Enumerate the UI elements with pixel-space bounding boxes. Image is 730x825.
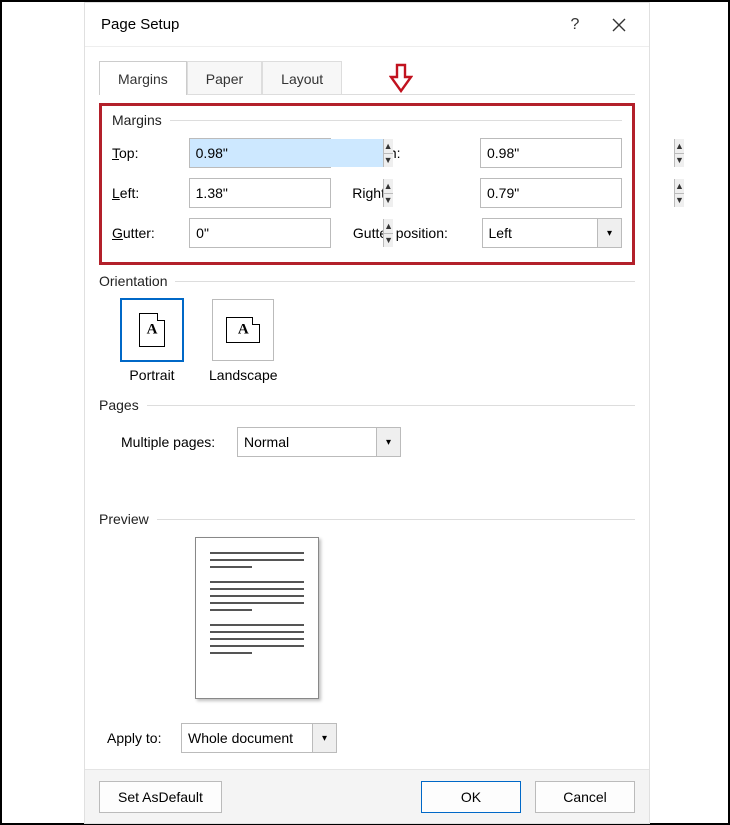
spin-up-icon[interactable]: ▲ (675, 139, 684, 154)
multiple-pages-value: Normal (238, 434, 376, 450)
right-spinner[interactable]: ▲▼ (480, 178, 622, 208)
spin-up-icon[interactable]: ▲ (675, 179, 684, 194)
page-setup-dialog: Page Setup ? Margins Paper Layout Margin… (84, 2, 650, 824)
orientation-group-title: Orientation (99, 273, 167, 289)
left-input[interactable] (190, 179, 383, 207)
help-button[interactable]: ? (553, 3, 597, 47)
tab-layout[interactable]: Layout (262, 61, 342, 95)
margins-group-highlight: Margins Top: ▲▼ Bottom: ▲▼ Left: ▲▼ Righ (99, 103, 635, 265)
chevron-down-icon[interactable]: ▾ (597, 219, 621, 247)
cancel-button[interactable]: Cancel (535, 781, 635, 813)
left-label: Left: (112, 185, 189, 201)
gutter-position-value: Left (483, 225, 597, 241)
spin-down-icon[interactable]: ▼ (384, 154, 393, 168)
bottom-spinner[interactable]: ▲▼ (480, 138, 622, 168)
tabs: Margins Paper Layout (99, 59, 635, 95)
spin-up-icon[interactable]: ▲ (384, 179, 393, 194)
spin-up-icon[interactable]: ▲ (384, 139, 393, 154)
tab-margins[interactable]: Margins (99, 61, 187, 95)
portrait-label: Portrait (129, 367, 174, 383)
gutter-position-select[interactable]: Left ▾ (482, 218, 622, 248)
tab-paper[interactable]: Paper (187, 61, 262, 95)
spin-up-icon[interactable]: ▲ (384, 219, 393, 234)
preview-page-icon (195, 537, 319, 699)
close-icon (612, 18, 626, 32)
top-label: Top: (112, 145, 189, 161)
spin-down-icon[interactable]: ▼ (675, 194, 684, 208)
orientation-portrait[interactable]: A Portrait (121, 299, 183, 383)
apply-to-label: Apply to: (107, 730, 181, 746)
gutter-spinner[interactable]: ▲▼ (189, 218, 331, 248)
dialog-title: Page Setup (101, 16, 179, 33)
preview-group-title: Preview (99, 511, 149, 527)
portrait-icon: A (121, 299, 183, 361)
spin-down-icon[interactable]: ▼ (384, 194, 393, 208)
chevron-down-icon[interactable]: ▾ (376, 428, 400, 456)
gutter-label: Gutter: (112, 225, 189, 241)
annotation-arrow-icon (389, 63, 413, 96)
apply-to-select[interactable]: Whole document ▾ (181, 723, 337, 753)
dialog-footer: Set As Default OK Cancel (85, 769, 649, 823)
top-input[interactable] (190, 139, 383, 167)
orientation-landscape[interactable]: A Landscape (209, 299, 278, 383)
left-spinner[interactable]: ▲▼ (189, 178, 331, 208)
multiple-pages-select[interactable]: Normal ▾ (237, 427, 401, 457)
top-spinner[interactable]: ▲▼ (189, 138, 331, 168)
apply-to-value: Whole document (182, 730, 312, 746)
right-input[interactable] (481, 179, 674, 207)
titlebar: Page Setup ? (85, 3, 649, 47)
bottom-input[interactable] (481, 139, 674, 167)
chevron-down-icon[interactable]: ▾ (312, 724, 336, 752)
gutter-input[interactable] (190, 219, 383, 247)
landscape-icon: A (212, 299, 274, 361)
spin-down-icon[interactable]: ▼ (675, 154, 684, 168)
landscape-label: Landscape (209, 367, 278, 383)
multiple-pages-label: Multiple pages: (121, 434, 237, 450)
margins-group-title: Margins (112, 112, 162, 128)
ok-button[interactable]: OK (421, 781, 521, 813)
pages-group-title: Pages (99, 397, 139, 413)
close-button[interactable] (597, 3, 641, 47)
set-as-default-button[interactable]: Set As Default (99, 781, 222, 813)
spin-down-icon[interactable]: ▼ (384, 234, 393, 248)
